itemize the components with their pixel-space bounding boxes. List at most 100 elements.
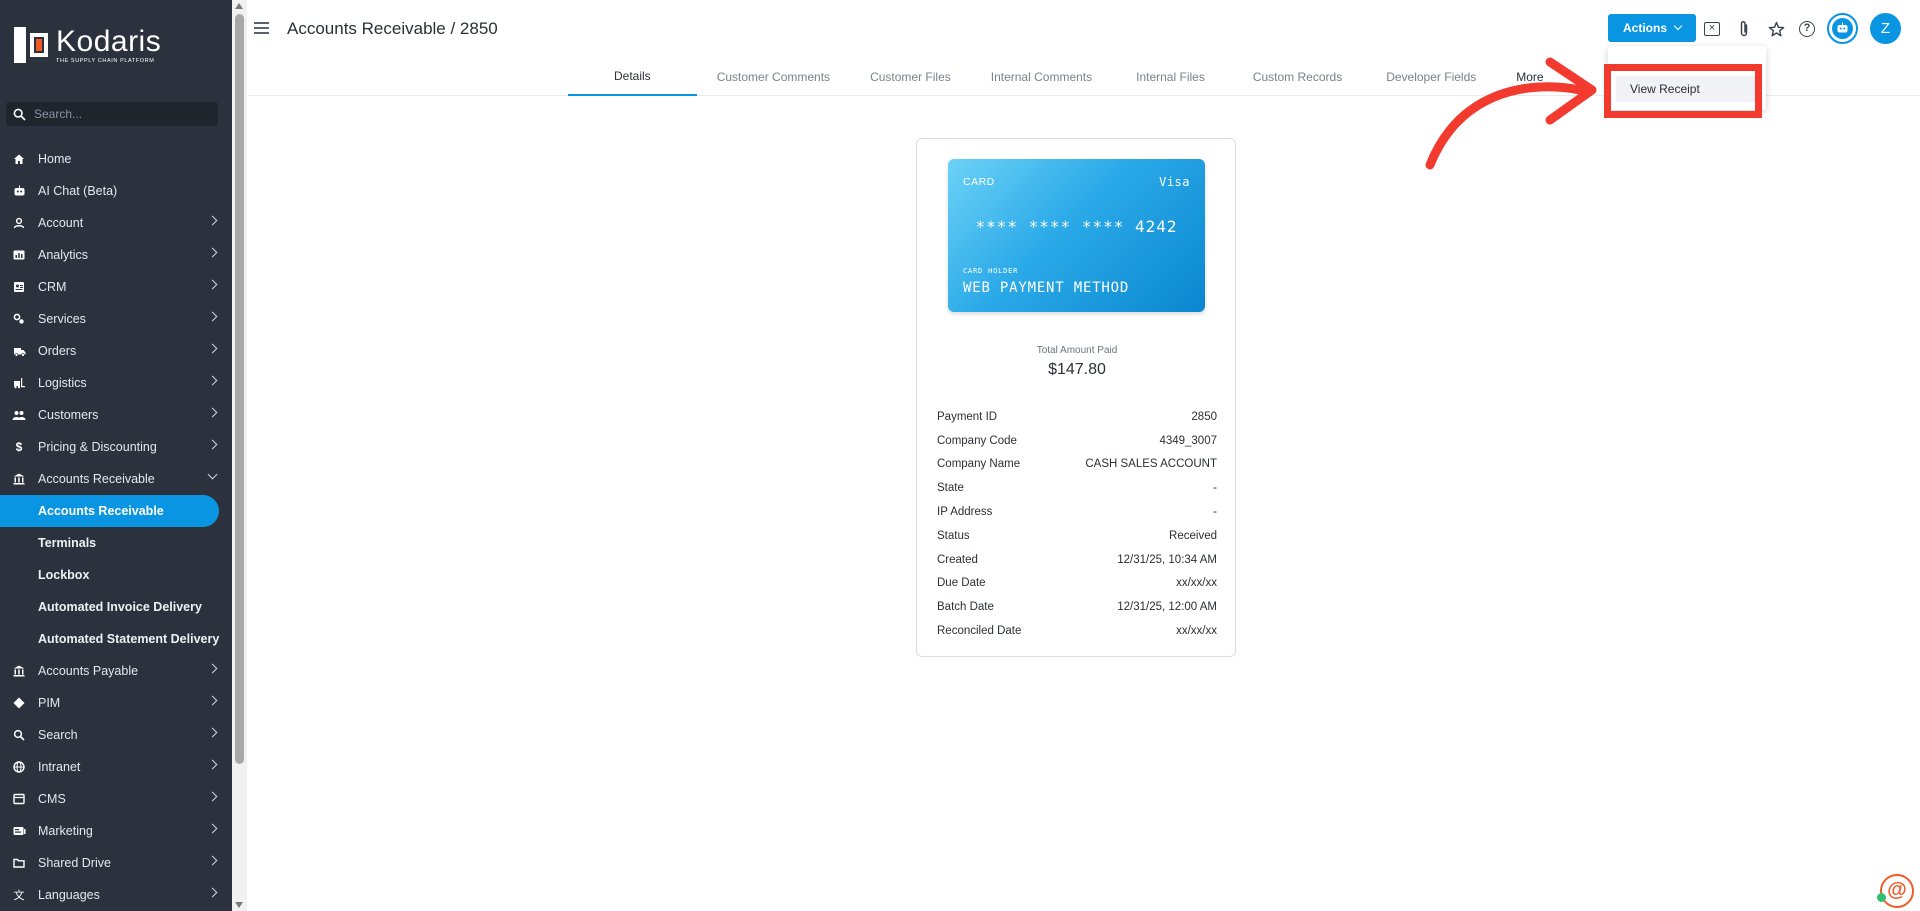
sidebar-subitem-automated-statement-delivery[interactable]: Automated Statement Delivery [0,623,232,655]
annotation-arrow-icon [1425,57,1597,170]
avatar[interactable]: Z [1870,13,1901,44]
tab-custom-records[interactable]: Custom Records [1229,58,1366,96]
detail-label: Batch Date [937,601,994,614]
sidebar-item-services[interactable]: Services [0,303,232,335]
sidebar-item-shared-drive[interactable]: Shared Drive [0,847,232,879]
chevron-right-icon [207,759,218,770]
actions-button-label: Actions [1622,21,1667,35]
sidebar-item-label: Marketing [38,824,93,838]
truck-icon [12,344,26,358]
chevron-right-icon [207,375,218,386]
bank-icon [12,472,26,486]
services-icon [12,312,26,326]
sidebar-item-logistics[interactable]: Logistics [0,367,232,399]
sidebar-search[interactable] [6,102,218,126]
sidebar-scrollbar[interactable] [232,0,247,911]
detail-label: Status [937,529,970,542]
page-title: Accounts Receivable / 2850 [287,19,498,38]
tag-icon [12,696,26,710]
sidebar-nav: Home AI Chat (Beta) Account Analytics CR… [0,143,232,911]
sidebar-item-intranet[interactable]: Intranet [0,751,232,783]
sidebar-subitem-terminals[interactable]: Terminals [0,527,232,559]
search-icon [13,108,26,121]
credit-card-graphic: CARD Visa **** **** **** 4242 CARD HOLDE… [948,159,1205,312]
paperclip-icon[interactable] [1733,18,1755,40]
detail-label: IP Address [937,506,993,519]
home-icon [12,152,26,166]
sidebar-item-label: Logistics [38,376,87,390]
detail-value: xx/xx/xx [1176,625,1217,638]
sidebar-item-label: Accounts Payable [38,664,139,678]
detail-value: - [1213,482,1217,495]
detail-value: 4349_3007 [1159,434,1217,447]
menu-toggle-icon[interactable] [254,22,269,34]
sidebar-item-home[interactable]: Home [0,143,232,175]
detail-label: Created [937,553,978,566]
ai-assistant-icon[interactable] [1827,13,1858,44]
sidebar-item-search[interactable]: Search [0,719,232,751]
detail-value: 12/31/25, 12:00 AM [1117,601,1217,614]
sidebar-item-marketing[interactable]: Marketing [0,815,232,847]
scroll-down-arrow-icon[interactable] [235,902,243,908]
detail-label: Payment ID [937,410,998,423]
sidebar-item-accounts-payable[interactable]: Accounts Payable [0,655,232,687]
sidebar-item-languages[interactable]: 文 Languages [0,879,232,911]
actions-button[interactable]: Actions [1608,14,1696,42]
detail-label: Company Name [937,458,1021,471]
brand-tagline: THE SUPPLY CHAIN PLATFORM [56,57,155,64]
sidebar-subitem-lockbox[interactable]: Lockbox [0,559,232,591]
sidebar-item-pricing[interactable]: $ Pricing & Discounting [0,431,232,463]
tab-customer-comments[interactable]: Customer Comments [697,58,850,96]
sidebar-item-crm[interactable]: CRM [0,271,232,303]
sidebar-item-customers[interactable]: Customers [0,399,232,431]
sidebar-subitem-accounts-receivable[interactable]: Accounts Receivable [0,495,219,527]
card-type-label: CARD [963,176,995,188]
forklift-icon [12,376,26,390]
scroll-up-arrow-icon[interactable] [235,3,243,9]
tab-bar: Details Customer Comments Customer Files… [568,58,1564,96]
sidebar-item-analytics[interactable]: Analytics [0,239,232,271]
star-icon[interactable] [1765,18,1787,40]
sidebar-item-label: Shared Drive [38,856,111,870]
close-box-icon[interactable]: × [1701,18,1723,40]
scrollbar-thumb[interactable] [235,14,244,764]
marketing-icon [12,824,26,838]
sidebar-item-cms[interactable]: CMS [0,783,232,815]
chevron-right-icon [207,343,218,354]
detail-label: Company Code [937,434,1017,447]
kodaris-logo[interactable]: Kodaris THE SUPPLY CHAIN PLATFORM [14,26,161,64]
chevron-right-icon [207,215,218,226]
sidebar-subitem-automated-invoice-delivery[interactable]: Automated Invoice Delivery [0,591,232,623]
folder-icon [12,856,26,870]
card-brand: Visa [1159,175,1190,189]
detail-row: Due Date xx/xx/xx [937,572,1217,596]
sidebar-item-account[interactable]: Account [0,207,232,239]
chevron-right-icon [207,311,218,322]
tab-details[interactable]: Details [568,58,697,96]
dollar-icon: $ [15,440,23,454]
help-icon[interactable]: ? [1796,18,1818,40]
tab-internal-comments[interactable]: Internal Comments [971,58,1112,96]
sidebar-item-ai-chat[interactable]: AI Chat (Beta) [0,175,232,207]
card-number: **** **** **** 4242 [975,217,1178,236]
sidebar-item-accounts-receivable[interactable]: Accounts Receivable [0,463,232,495]
chat-support-icon[interactable]: @ [1880,874,1914,908]
detail-value: 2850 [1191,410,1217,423]
sidebar-item-label: Accounts Receivable [38,472,155,486]
analytics-icon [12,248,26,262]
chevron-down-icon [207,469,218,480]
sidebar-item-label: Languages [38,888,100,902]
sidebar-item-label: Search [38,728,78,742]
detail-row: Company Code 4349_3007 [937,429,1217,453]
chevron-right-icon [207,695,218,706]
sidebar-item-label: Orders [38,344,77,358]
sidebar-item-label: Intranet [38,760,81,774]
total-amount-label: Total Amount Paid [1036,345,1118,356]
detail-row: Batch Date 12/31/25, 12:00 AM [937,595,1217,619]
sidebar-item-orders[interactable]: Orders [0,335,232,367]
tab-internal-files[interactable]: Internal Files [1112,58,1229,96]
sidebar-search-input[interactable] [34,107,204,121]
payment-detail-panel: CARD Visa **** **** **** 4242 CARD HOLDE… [916,138,1236,657]
sidebar-item-pim[interactable]: PIM [0,687,232,719]
tab-customer-files[interactable]: Customer Files [850,58,971,96]
